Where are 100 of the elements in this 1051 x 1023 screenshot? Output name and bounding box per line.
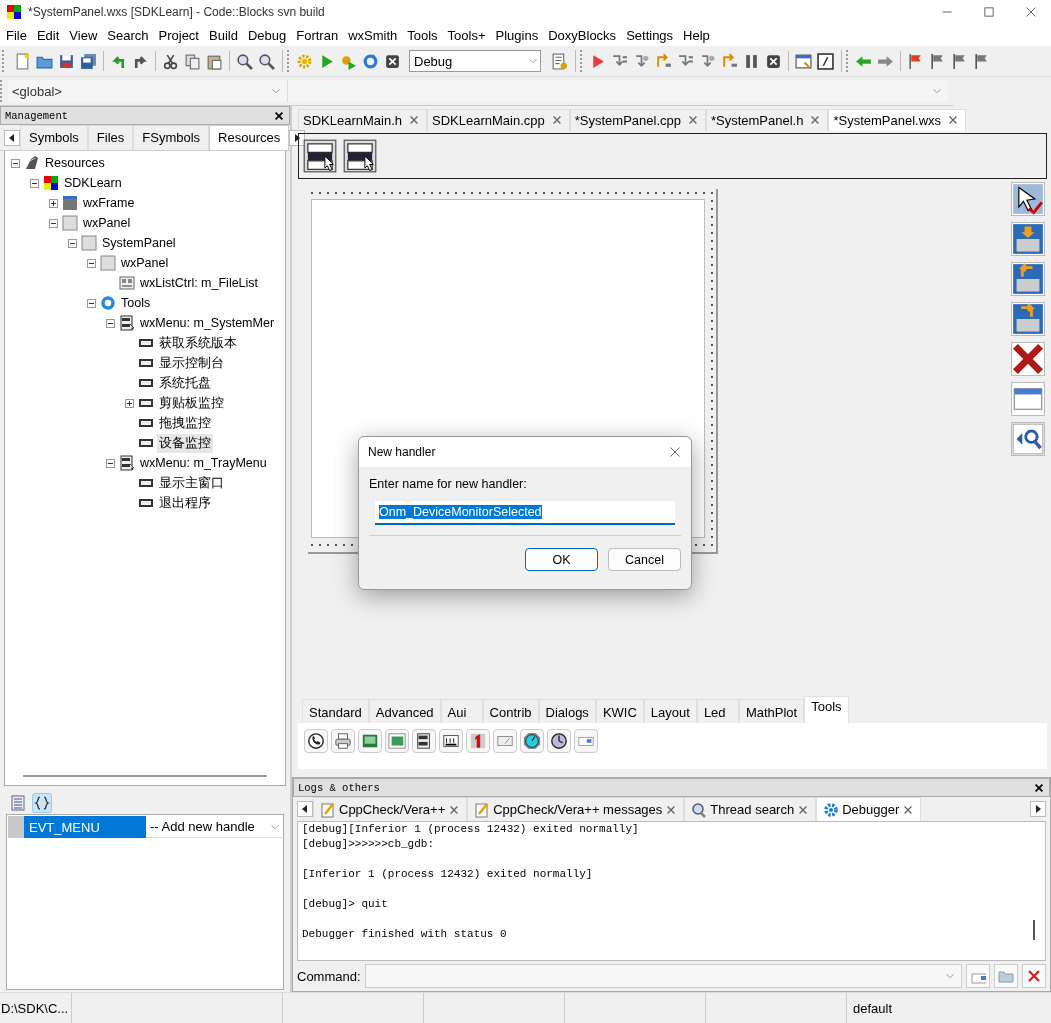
save-icon[interactable] [58, 52, 75, 70]
replace-icon[interactable] [258, 52, 275, 70]
scroll-right-icon[interactable] [289, 129, 306, 146]
digit-button[interactable] [466, 728, 490, 753]
palette-tab[interactable]: KWIC [595, 698, 644, 723]
palette-tab[interactable]: Dialogs [538, 698, 596, 723]
menu-item[interactable]: Plugins [491, 27, 545, 43]
clear-bookmark-icon[interactable] [973, 52, 990, 70]
toolbar-grip[interactable] [282, 50, 289, 72]
tree-item[interactable]: wxListCtrl: m_FileList [138, 275, 261, 291]
stop-icon[interactable] [765, 52, 782, 70]
scope-dropdown[interactable]: <global> [8, 80, 288, 102]
close-icon[interactable] [273, 109, 285, 122]
menu-item[interactable]: Edit [32, 27, 66, 43]
insert-into-icon[interactable] [1011, 221, 1045, 256]
tree-item[interactable]: SDKLearn [62, 175, 124, 191]
tree-item[interactable]: 退出程序 [157, 493, 213, 513]
cut-icon[interactable] [162, 52, 179, 70]
rebuild-icon[interactable] [362, 52, 379, 70]
palette-tab[interactable]: Layout [643, 698, 697, 723]
menu-button[interactable] [412, 728, 436, 753]
palette-tab[interactable]: Tools [804, 695, 849, 723]
menu-bar-tool-icon[interactable] [303, 138, 337, 173]
tree-item[interactable]: 设备监控 [157, 433, 213, 453]
next-line-icon[interactable] [633, 52, 650, 70]
ok-button[interactable]: OK [525, 548, 598, 571]
menu-item[interactable]: Settings [622, 27, 680, 43]
tree-item[interactable]: 系统托盘 [157, 373, 213, 393]
quick-properties-icon[interactable] [1011, 421, 1045, 456]
debug-window-icon[interactable] [795, 52, 812, 70]
command-field[interactable] [364, 964, 962, 988]
collapse-icon[interactable] [106, 458, 115, 468]
scroll-left-icon[interactable] [4, 129, 20, 146]
editor-tab[interactable]: *SystemPanel.wxs [828, 109, 967, 131]
file-button[interactable] [439, 728, 463, 753]
menu-item[interactable]: Build [205, 27, 244, 43]
events-tab[interactable] [32, 793, 52, 813]
horizontal-scrollbar[interactable] [23, 775, 267, 777]
collapse-icon[interactable] [11, 158, 20, 168]
collapse-icon[interactable] [87, 298, 96, 308]
phone-button[interactable] [304, 728, 328, 753]
palette-tab[interactable]: Led [696, 698, 739, 723]
previous-bookmark-icon[interactable] [929, 52, 946, 70]
handler-name-field[interactable]: Onm_DeviceMonitorSelected [375, 501, 675, 525]
menu-item[interactable]: View [65, 27, 104, 43]
close-icon[interactable] [1033, 781, 1045, 794]
menu-item[interactable]: Debug [243, 27, 293, 43]
tree-item[interactable]: wxPanel [81, 215, 133, 231]
step-into-icon[interactable] [655, 52, 672, 70]
log-tab[interactable]: Debugger [816, 797, 922, 821]
tree-item[interactable]: wxPanel [119, 255, 171, 271]
info-icon[interactable] [817, 52, 834, 70]
tree-item[interactable]: 显示控制台 [157, 353, 226, 373]
clock-button[interactable] [547, 728, 571, 753]
search-icon[interactable] [236, 52, 253, 70]
palette-tab[interactable]: Standard [302, 698, 369, 723]
select-cursor-icon[interactable] [1011, 181, 1045, 216]
palette-tab[interactable]: Contrib [482, 698, 539, 723]
expand-icon[interactable] [49, 198, 58, 208]
popup-menu-tool-icon[interactable] [343, 138, 377, 173]
new-file-icon[interactable] [14, 52, 31, 70]
tree-item[interactable]: 获取系统版本 [157, 333, 239, 353]
handler-dropdown[interactable]: -- Add new handle [146, 816, 282, 838]
collapse-icon[interactable] [49, 218, 58, 228]
abort-icon[interactable] [384, 52, 401, 70]
bookmark-flag-icon[interactable] [907, 52, 924, 70]
preview-window-icon[interactable] [1011, 381, 1045, 416]
panel-tab[interactable]: Symbols [20, 125, 88, 150]
menu-item[interactable]: Fortran [292, 27, 345, 43]
menu-item[interactable]: Tools [403, 27, 444, 43]
menu-item[interactable]: Tools+ [443, 27, 492, 43]
delete-icon[interactable] [1011, 341, 1045, 376]
console-button[interactable] [966, 964, 990, 988]
collapse-icon[interactable] [106, 318, 115, 328]
panel-tab[interactable]: Resources [209, 125, 290, 150]
save-all-icon[interactable] [80, 52, 97, 70]
menu-item[interactable]: Search [103, 27, 155, 43]
clear-button[interactable] [1022, 964, 1046, 988]
tree-item[interactable]: Tools [119, 295, 153, 311]
tree-item[interactable]: 剪贴板监控 [157, 393, 226, 413]
menu-item[interactable]: Project [154, 27, 205, 43]
text-field-button[interactable] [493, 728, 517, 753]
tree-item[interactable]: 拖拽监控 [157, 413, 213, 433]
next-bookmark-icon[interactable] [951, 52, 968, 70]
insert-after-icon[interactable] [1011, 301, 1045, 336]
cancel-button[interactable]: Cancel [608, 548, 681, 571]
scroll-right-icon[interactable] [1030, 801, 1046, 817]
pause-icon[interactable] [743, 52, 760, 70]
menu-item[interactable]: wxSmith [344, 27, 404, 43]
tree-item[interactable]: SystemPanel [100, 235, 178, 251]
scroll-left-icon[interactable] [297, 801, 313, 817]
tree-item[interactable]: 显示主窗口 [157, 473, 226, 493]
step-instruction-icon[interactable] [721, 52, 738, 70]
build-options-icon[interactable] [551, 52, 568, 70]
dial-button[interactable] [520, 728, 544, 753]
image-panel-button[interactable] [358, 728, 382, 753]
panel-tab[interactable]: Files [87, 125, 134, 150]
editor-tab[interactable]: *SystemPanel.cpp [569, 109, 706, 131]
editor-tab[interactable]: SDKLearnMain.h [298, 109, 427, 131]
palette-tab[interactable]: Aui [440, 698, 483, 723]
